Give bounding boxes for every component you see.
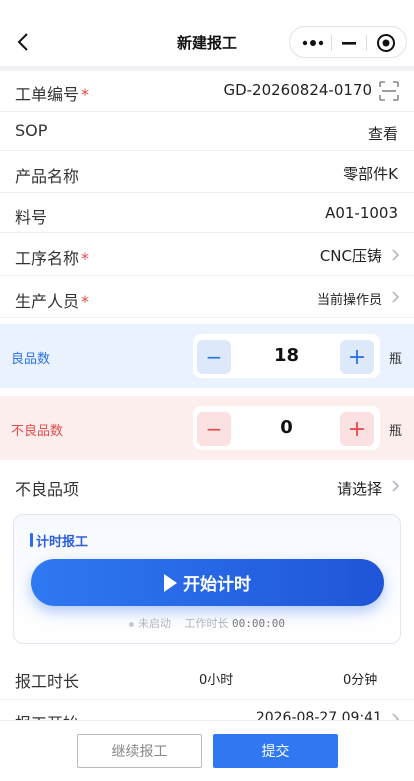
footer-action-bar: 继续报工 提交 xyxy=(0,720,414,781)
part-no-value: A01-1003 xyxy=(325,204,398,222)
timer-status-text: 未启动 xyxy=(138,617,171,630)
start-timer-label: 开始计时 xyxy=(183,575,251,595)
required-mark: * xyxy=(81,249,90,268)
duration-minutes[interactable]: 0分钟 xyxy=(343,669,377,688)
submit-button[interactable]: 提交 xyxy=(213,734,338,768)
process-value: CNC压铸 xyxy=(319,247,382,265)
duration-hours[interactable]: 0小时 xyxy=(199,669,233,688)
work-order-row: 工单编号 * GD-20260824-0170 xyxy=(0,71,414,112)
play-icon xyxy=(164,573,177,592)
elapsed-value: 00:00:00 xyxy=(232,617,285,630)
good-qty-value[interactable]: 18 xyxy=(233,345,340,366)
part-no-row: 料号 A01-1003 xyxy=(0,193,414,233)
duration-row: 报工时长 0小时 0分钟 xyxy=(0,656,414,700)
chevron-right-icon xyxy=(392,291,400,303)
defect-items-placeholder: 请选择 xyxy=(336,480,382,498)
bad-qty-minus-button[interactable]: − xyxy=(197,412,231,446)
required-mark: * xyxy=(81,292,90,311)
bad-qty-plus-button[interactable]: + xyxy=(340,412,374,446)
status-dot-icon xyxy=(129,621,134,627)
timer-status: 未启动 工作时长 00:00:00 xyxy=(14,615,400,631)
work-order-value: GD-20260824-0170 xyxy=(223,81,372,99)
sop-row: SOP 查看 xyxy=(0,112,414,151)
scan-icon[interactable] xyxy=(378,80,400,102)
product-row: 产品名称 零部件K xyxy=(0,151,414,193)
minimize-icon[interactable] xyxy=(341,37,357,49)
chevron-right-icon xyxy=(392,480,400,492)
sop-view-link[interactable]: 查看 xyxy=(368,123,398,144)
bad-qty-value[interactable]: 0 xyxy=(233,417,340,438)
good-qty-minus-button[interactable]: − xyxy=(197,340,231,374)
bad-qty-unit: 瓶 xyxy=(389,424,403,439)
nav-bar: 新建报工 xyxy=(0,0,414,66)
timer-title: 计时报工 xyxy=(36,535,89,550)
bad-qty-section: 不良品数 − 0 + 瓶 xyxy=(0,396,414,460)
duration-label: 报工时长 xyxy=(15,672,80,691)
operator-label: 生产人员 xyxy=(15,292,80,311)
defect-items-label: 不良品项 xyxy=(15,480,80,499)
good-qty-plus-button[interactable]: + xyxy=(340,340,374,374)
close-target-icon[interactable] xyxy=(376,33,396,53)
sop-label: SOP xyxy=(15,121,48,140)
timer-card: 计时报工 开始计时 未启动 工作时长 00:00:00 xyxy=(13,514,401,644)
bad-qty-label: 不良品数 xyxy=(11,424,64,439)
continue-report-button[interactable]: 继续报工 xyxy=(77,734,202,768)
good-qty-stepper: − 18 + xyxy=(193,334,380,378)
good-qty-label: 良品数 xyxy=(11,352,51,367)
required-mark: * xyxy=(81,85,90,104)
operator-row[interactable]: 生产人员 * 当前操作员 xyxy=(0,276,414,318)
defect-items-row[interactable]: 不良品项 请选择 xyxy=(0,466,414,506)
start-timer-button[interactable]: 开始计时 xyxy=(31,559,384,606)
title-accent-bar xyxy=(30,533,33,547)
product-label: 产品名称 xyxy=(15,167,80,186)
process-row[interactable]: 工序名称 * CNC压铸 xyxy=(0,233,414,276)
product-value: 零部件K xyxy=(343,165,398,183)
mini-program-capsule xyxy=(289,26,407,58)
process-label: 工序名称 xyxy=(15,249,80,268)
work-order-label: 工单编号 xyxy=(15,85,80,104)
good-qty-unit: 瓶 xyxy=(389,352,403,367)
chevron-right-icon xyxy=(392,249,400,261)
bad-qty-stepper: − 0 + xyxy=(193,406,380,450)
more-dots-icon[interactable] xyxy=(302,37,324,49)
part-no-label: 料号 xyxy=(15,208,48,227)
elapsed-label: 工作时长 xyxy=(184,617,229,630)
operator-value: 当前操作员 xyxy=(316,293,382,308)
good-qty-section: 良品数 − 18 + 瓶 xyxy=(0,324,414,388)
